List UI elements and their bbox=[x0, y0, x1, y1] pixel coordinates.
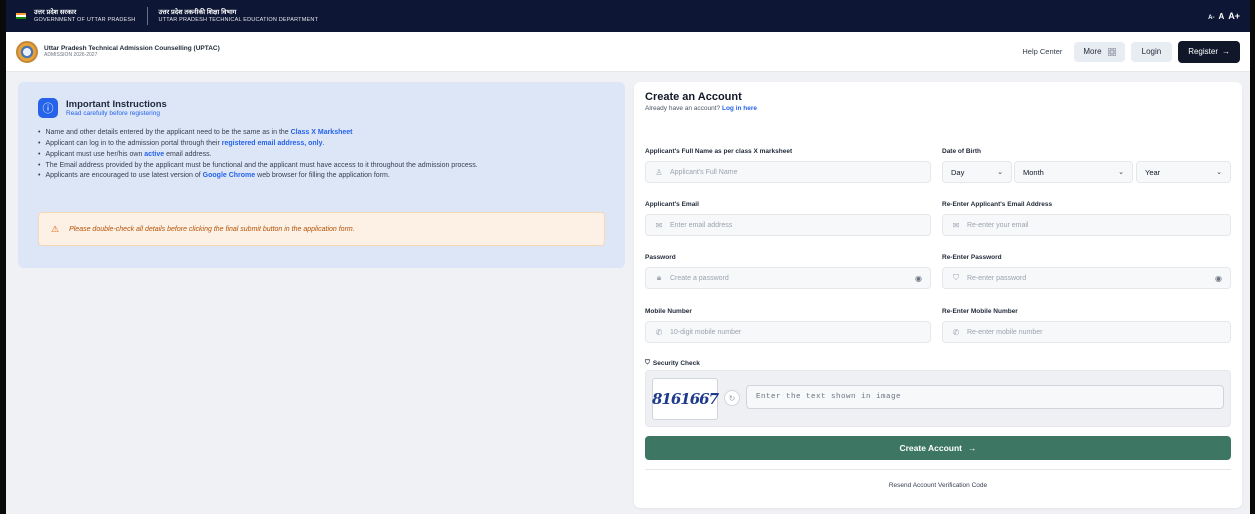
confirm-email-label: Re-Enter Applicant's Email Address bbox=[942, 201, 1053, 208]
shield-icon: ⛉ bbox=[953, 273, 959, 282]
password-input[interactable]: 🔒︎ Create a password ◉ bbox=[645, 267, 931, 289]
create-account-label: Create Account bbox=[899, 443, 962, 453]
government-bar: उत्तर प्रदेश सरकार GOVERNMENT OF UTTAR P… bbox=[6, 0, 1250, 32]
warning-text: Please double-check all details before c… bbox=[69, 225, 355, 233]
chevron-down-icon: ⌄ bbox=[997, 169, 1003, 176]
register-label: Register bbox=[1188, 47, 1218, 56]
confirm-mobile-label: Re-Enter Mobile Number bbox=[942, 308, 1018, 315]
instructions-panel: ⓘ Important Instructions Read carefully … bbox=[18, 82, 625, 268]
more-button[interactable]: More bbox=[1074, 41, 1125, 62]
dept-name-english: UTTAR PRADESH TECHNICAL EDUCATION DEPART… bbox=[158, 16, 319, 23]
captcha-input[interactable]: Enter the text shown in image bbox=[746, 385, 1224, 409]
department-label: उत्तर प्रदेश तकनीकी शिक्षा विभाग UTTAR P… bbox=[158, 9, 318, 22]
font-increase-button[interactable]: A+ bbox=[1228, 11, 1240, 21]
mobile-input[interactable]: ✆ 10-digit mobile number bbox=[645, 321, 931, 343]
instruction-item: Name and other details entered by the ap… bbox=[38, 128, 605, 139]
eye-icon[interactable]: ◉ bbox=[1215, 274, 1222, 283]
warning-icon: ⚠ bbox=[51, 223, 60, 234]
security-check-label: ⛉ Security Check bbox=[645, 359, 700, 367]
full-name-input[interactable]: ♙ Applicant's Full Name bbox=[645, 161, 931, 183]
font-decrease-button[interactable]: A- bbox=[1208, 15, 1214, 21]
instructions-list: Name and other details entered by the ap… bbox=[38, 128, 605, 182]
font-size-controls: A- A A+ bbox=[1208, 11, 1240, 21]
arrow-right-icon: → bbox=[968, 443, 977, 453]
user-icon: ♙ bbox=[655, 167, 663, 177]
chevron-down-icon: ⌄ bbox=[1118, 169, 1124, 176]
refresh-icon[interactable]: ↻ bbox=[724, 390, 740, 406]
confirm-password-label: Re-Enter Password bbox=[942, 254, 1002, 261]
state-name-english: GOVERNMENT OF UTTAR PRADESH bbox=[34, 16, 136, 23]
grid-icon bbox=[1107, 47, 1116, 56]
india-flag-icon bbox=[16, 12, 26, 20]
chevron-down-icon: ⌄ bbox=[1216, 169, 1222, 176]
mail-icon: ✉ bbox=[655, 220, 663, 230]
email-label: Applicant's Email bbox=[645, 201, 699, 208]
instructions-header: ⓘ Important Instructions Read carefully … bbox=[38, 98, 605, 118]
mail-check-icon: ✉ bbox=[952, 220, 960, 230]
help-center-link[interactable]: Help Center bbox=[1022, 47, 1062, 56]
dob-day-select[interactable]: Day ⌄ bbox=[942, 161, 1012, 183]
form-divider bbox=[645, 469, 1231, 470]
instruction-item: Applicant must use her/his own active em… bbox=[38, 150, 605, 161]
dob-year-select[interactable]: Year ⌄ bbox=[1136, 161, 1231, 183]
arrow-right-icon: → bbox=[1222, 47, 1230, 56]
government-label: उत्तर प्रदेश सरकार GOVERNMENT OF UTTAR P… bbox=[34, 9, 135, 22]
more-label: More bbox=[1083, 47, 1102, 56]
instruction-item: Applicant can log in to the admission po… bbox=[38, 139, 605, 150]
dept-name-hindi: उत्तर प्रदेश तकनीकी शिक्षा विभाग bbox=[158, 9, 237, 17]
app-header: Uttar Pradesh Technical Admission Counse… bbox=[6, 32, 1250, 72]
gov-divider bbox=[147, 7, 149, 25]
brand-title[interactable]: Uttar Pradesh Technical Admission Counse… bbox=[44, 45, 220, 53]
font-normal-button[interactable]: A bbox=[1218, 12, 1224, 21]
shield-check-icon: ⛉ bbox=[645, 359, 650, 366]
instructions-title: Important Instructions bbox=[66, 99, 167, 110]
full-name-label: Applicant's Full Name as per class X mar… bbox=[645, 148, 793, 155]
phone-icon: ✆ bbox=[655, 327, 663, 337]
lock-icon: 🔒︎ bbox=[656, 273, 662, 282]
create-account-form: Create an Account Already have an accoun… bbox=[634, 82, 1242, 508]
captcha-image: 8161667 bbox=[652, 378, 719, 420]
register-button[interactable]: Register → bbox=[1178, 40, 1240, 63]
dob-month-select[interactable]: Month ⌄ bbox=[1014, 161, 1133, 183]
warning-banner: ⚠ Please double-check all details before… bbox=[38, 212, 605, 246]
mobile-label: Mobile Number bbox=[645, 308, 692, 315]
uptac-logo-icon[interactable] bbox=[16, 40, 38, 63]
email-input[interactable]: ✉ Enter email address bbox=[645, 214, 931, 236]
instruction-item: Applicants are encouraged to use latest … bbox=[38, 171, 605, 182]
login-link[interactable]: Log in here bbox=[722, 105, 757, 112]
brand-subtitle: ADMISSION 2026-2027 bbox=[44, 52, 98, 59]
brand: Uttar Pradesh Technical Admission Counse… bbox=[44, 45, 220, 59]
instructions-subtitle: Read carefully before registering bbox=[66, 110, 160, 117]
create-account-button[interactable]: Create Account → bbox=[645, 436, 1231, 460]
confirm-email-input[interactable]: ✉ Re-enter your email bbox=[942, 214, 1231, 236]
info-icon: ⓘ bbox=[38, 98, 58, 118]
password-label: Password bbox=[645, 254, 676, 261]
header-actions: Help Center More Login Register → bbox=[1022, 40, 1240, 63]
instruction-item: The Email address provided by the applic… bbox=[38, 161, 605, 172]
confirm-mobile-input[interactable]: ✆ Re-enter mobile number bbox=[942, 321, 1231, 343]
state-name-hindi: उत्तर प्रदेश सरकार bbox=[34, 9, 77, 17]
eye-icon[interactable]: ◉ bbox=[915, 274, 922, 283]
resend-verification-link[interactable]: Resend Account Verification Code bbox=[645, 482, 1231, 489]
captcha-panel: 8161667 ↻ Enter the text shown in image bbox=[645, 370, 1231, 427]
login-prompt: Already have an account? Log in here bbox=[645, 105, 758, 112]
confirm-password-input[interactable]: ⛉ Re-enter password ◉ bbox=[942, 267, 1231, 289]
login-button[interactable]: Login bbox=[1130, 41, 1173, 62]
form-title: Create an Account bbox=[645, 91, 742, 103]
phone-icon: ✆ bbox=[952, 327, 960, 337]
dob-label: Date of Birth bbox=[942, 148, 981, 155]
